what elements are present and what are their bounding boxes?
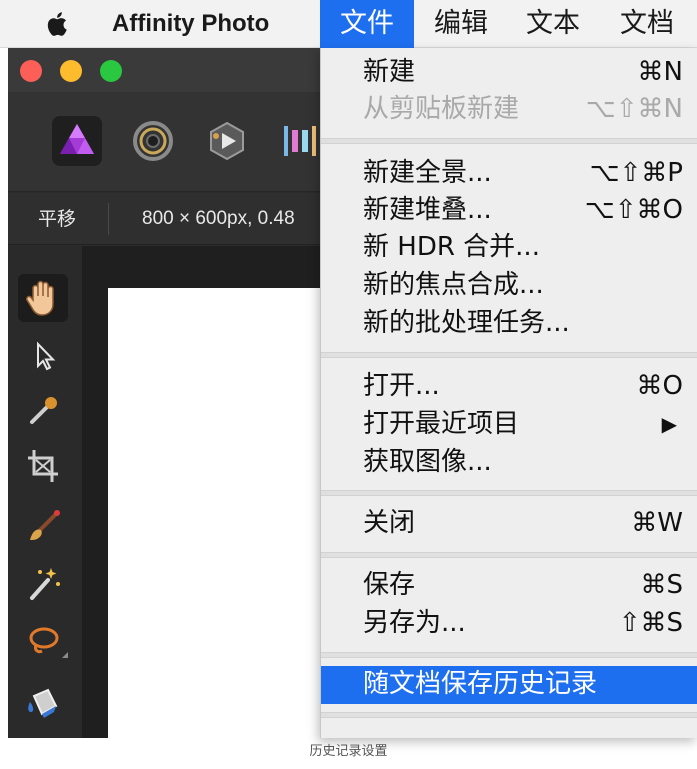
menu-item-label: 获取图像...	[363, 447, 492, 477]
paint-brush-tool[interactable]	[18, 502, 68, 550]
tone-mapping-persona-icon	[284, 126, 316, 156]
lasso-icon	[29, 627, 68, 658]
menu-item-shortcut: ⌥⇧⌘P	[589, 158, 683, 188]
workspace	[82, 246, 338, 738]
menu-item-label: 从剪贴板新建	[363, 94, 520, 124]
app-window: 平移 800 × 600px, 0.48	[8, 48, 338, 738]
close-window-button[interactable]	[20, 60, 42, 82]
menu-item-label: 打开...	[363, 371, 440, 401]
context-divider	[108, 203, 109, 235]
photo-persona-icon	[60, 124, 94, 154]
menu-item-save-as[interactable]: 另存为... ⇧⌘S	[321, 605, 697, 642]
menu-item-label: 新建	[363, 57, 416, 87]
menu-item-label: 新的批处理任务...	[363, 308, 570, 338]
file-menu-dropdown: 新建 ⌘N 从剪贴板新建 ⌥⇧⌘N 新建全景... ⌥⇧⌘P 新建堆叠... ⌥…	[320, 48, 697, 738]
menu-item-shortcut: ⌘S	[640, 570, 683, 600]
menu-separator	[321, 138, 697, 144]
menubar: Affinity Photo 文件 编辑 文本 文档	[0, 0, 697, 48]
menu-item-label: 随文档保存历史记录	[363, 669, 598, 699]
menu-edit[interactable]: 编辑	[420, 0, 502, 48]
menu-file[interactable]: 文件	[320, 0, 414, 48]
menu-item-label: 新的焦点合成...	[363, 270, 544, 300]
menu-item-new[interactable]: 新建 ⌘N	[321, 54, 697, 91]
brush-icon	[30, 510, 60, 540]
eyedropper-icon	[30, 397, 57, 424]
tools-panel	[8, 246, 82, 738]
magic-wand-icon	[30, 568, 60, 600]
menu-separator	[321, 712, 697, 718]
menu-item-shortcut: ⌥⇧⌘N	[585, 94, 683, 124]
liquify-persona-icon	[133, 121, 173, 161]
apple-logo-icon[interactable]	[44, 9, 72, 39]
selection-brush-tool[interactable]	[18, 560, 68, 608]
menu-item-label: 打开最近项目	[363, 409, 520, 439]
move-tool[interactable]	[18, 332, 68, 380]
develop-persona-icon	[210, 121, 244, 161]
zoom-window-button[interactable]	[100, 60, 122, 82]
menu-item-close[interactable]: 关闭 ⌘W	[321, 505, 697, 542]
app-menu-title[interactable]: Affinity Photo	[112, 0, 269, 48]
minimize-window-button[interactable]	[60, 60, 82, 82]
current-tool-label: 平移	[38, 208, 77, 230]
hand-tool[interactable]	[18, 274, 68, 322]
menu-item-new-batch-job[interactable]: 新的批处理任务...	[321, 305, 697, 342]
menu-item-label: 另存为...	[363, 608, 466, 638]
menu-item-shortcut: ⌘N	[637, 57, 683, 87]
menu-item-shortcut: ⌘O	[636, 371, 683, 401]
liquify-persona-button[interactable]	[128, 116, 178, 166]
pointer-arrow-icon	[37, 341, 56, 371]
color-picker-tool[interactable]	[18, 386, 68, 434]
image-caption: 历史记录设置	[309, 744, 388, 759]
paint-bucket-icon	[28, 688, 58, 718]
menu-item-new-hdr-merge[interactable]: 新 HDR 合并...	[321, 229, 697, 266]
menu-item-open-recent[interactable]: 打开最近项目 ▶	[321, 406, 697, 443]
menu-item-shortcut: ⌥⇧⌘O	[584, 195, 683, 225]
menu-item-new-focus-merge[interactable]: 新的焦点合成...	[321, 267, 697, 304]
menu-document[interactable]: 文档	[606, 0, 688, 48]
menu-text[interactable]: 文本	[512, 0, 594, 48]
menu-item-shortcut: ⌘W	[631, 508, 683, 538]
menu-item-shortcut: ⇧⌘S	[618, 608, 683, 638]
menu-separator	[321, 490, 697, 496]
menu-separator	[321, 552, 697, 558]
photo-persona-button[interactable]	[52, 116, 102, 166]
menu-item-save[interactable]: 保存 ⌘S	[321, 567, 697, 604]
persona-toolbar	[8, 92, 338, 192]
context-toolbar: 平移 800 × 600px, 0.48	[8, 193, 338, 245]
menu-item-new-panorama[interactable]: 新建全景... ⌥⇧⌘P	[321, 155, 697, 192]
window-titlebar	[8, 48, 338, 92]
menu-item-label: 新建全景...	[363, 158, 492, 188]
menu-separator	[321, 352, 697, 358]
freehand-selection-tool[interactable]	[18, 618, 68, 666]
menu-item-open[interactable]: 打开... ⌘O	[321, 368, 697, 405]
develop-persona-button[interactable]	[202, 116, 252, 166]
document-canvas[interactable]	[108, 288, 338, 738]
document-info: 800 × 600px, 0.48	[142, 208, 295, 229]
menu-item-label: 新 HDR 合并...	[363, 232, 540, 262]
menu-item-save-history-with-document[interactable]: 随文档保存历史记录	[321, 666, 697, 704]
tone-mapping-persona-button[interactable]	[274, 116, 324, 166]
menu-item-label: 保存	[363, 570, 416, 600]
menu-item-label: 新建堆叠...	[363, 195, 492, 225]
crop-icon	[28, 450, 58, 482]
hand-icon	[26, 280, 54, 316]
menu-item-label: 关闭	[363, 508, 416, 538]
menu-item-new-from-clipboard: 从剪贴板新建 ⌥⇧⌘N	[321, 91, 697, 128]
submenu-arrow-icon: ▶	[661, 412, 677, 436]
menu-separator	[321, 652, 697, 658]
menu-item-new-stack[interactable]: 新建堆叠... ⌥⇧⌘O	[321, 192, 697, 229]
crop-tool[interactable]	[18, 442, 68, 490]
menu-item-acquire-image[interactable]: 获取图像...	[321, 444, 697, 481]
fill-tool[interactable]	[18, 678, 68, 726]
